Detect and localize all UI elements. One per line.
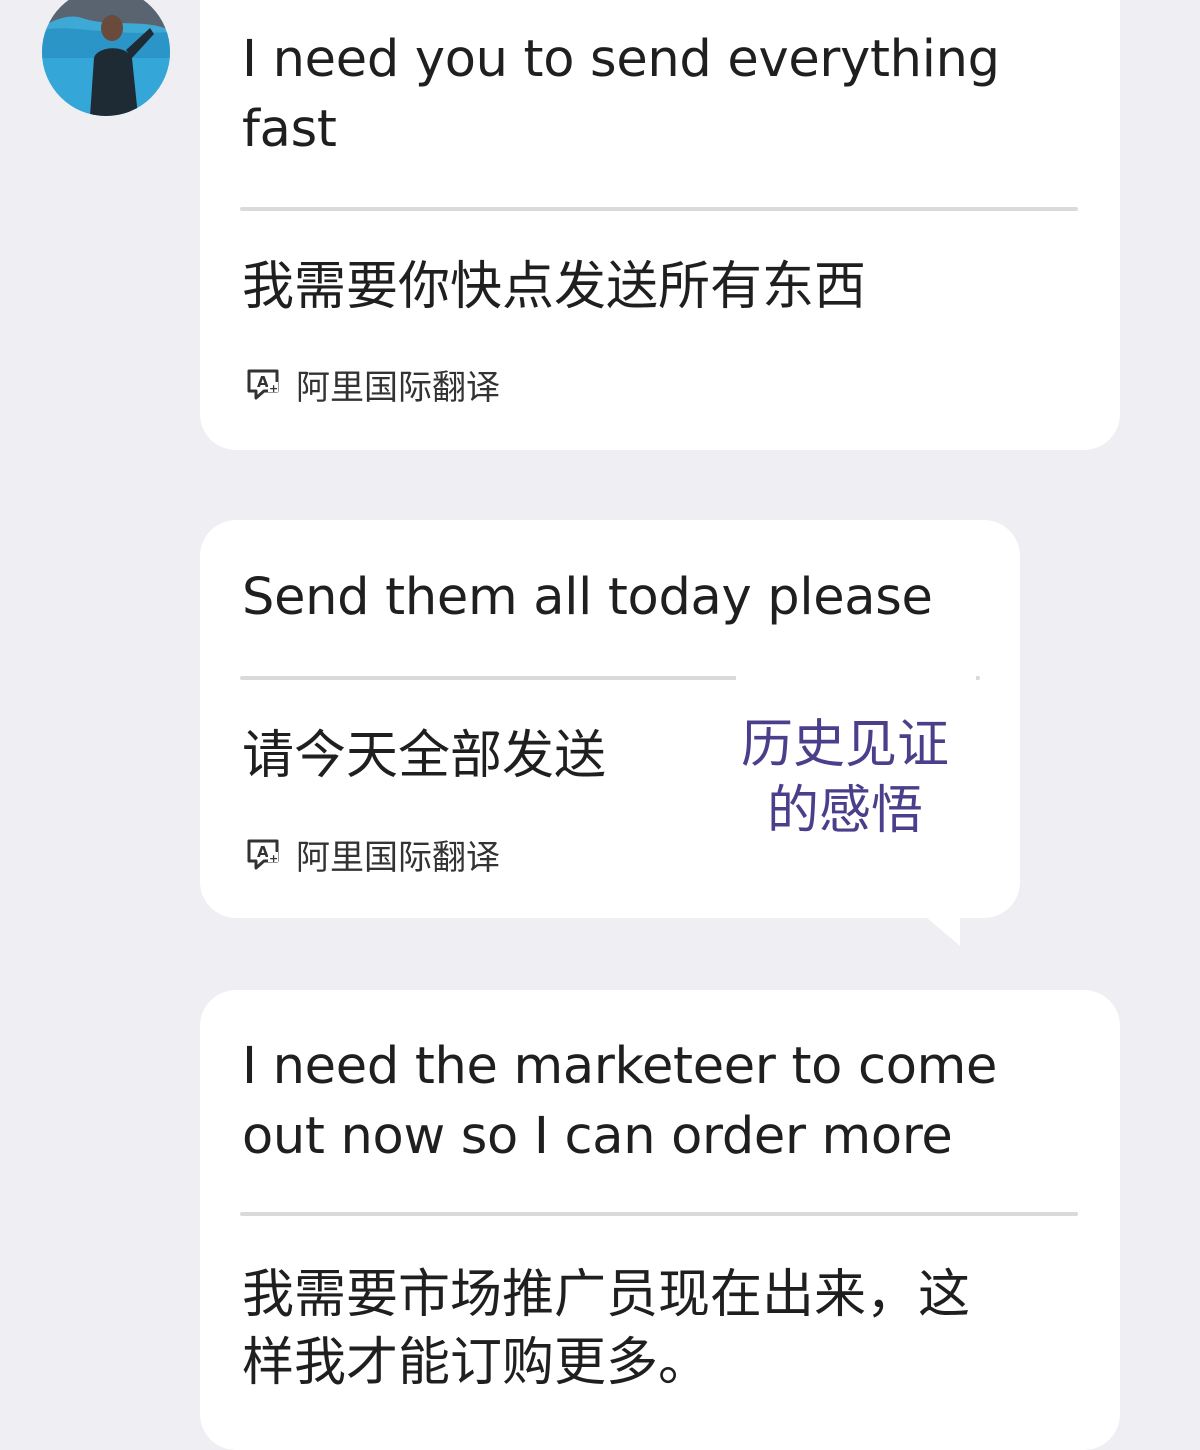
translation-service-label[interactable]: A + 阿里国际翻译	[244, 360, 500, 409]
translate-icon: A +	[247, 369, 279, 399]
message-original-line: Send them all today please	[242, 568, 933, 627]
message-bubble-3[interactable]: I need the marketeer to come out now so …	[200, 990, 1120, 1450]
message-translation-line: 我需要你快点发送所有东西	[242, 257, 867, 317]
svg-text:A: A	[257, 843, 269, 861]
message-translation-line: 样我才能订购更多。	[242, 1333, 711, 1393]
watermark-line-1: 历史见证	[740, 715, 949, 775]
sender-avatar[interactable]	[42, 0, 170, 116]
message-original-line: fast	[242, 100, 337, 159]
avatar-photo	[42, 0, 170, 116]
message-original-line: I need the marketeer to come	[242, 1037, 998, 1096]
bubble-tail	[920, 912, 960, 946]
watermark-backdrop	[736, 672, 976, 686]
translation-service-name: 阿里国际翻译	[296, 838, 500, 878]
message-divider	[240, 207, 1078, 211]
message-translation-line: 请今天全部发送	[242, 726, 607, 786]
message-original-line: out now so I can order more	[242, 1107, 953, 1166]
translation-service-label[interactable]: A + 阿里国际翻译	[244, 830, 500, 879]
translation-service-name: 阿里国际翻译	[296, 368, 500, 408]
svg-text:+: +	[269, 852, 278, 865]
translate-icon: A +	[247, 839, 279, 869]
message-original-line: I need you to send everything	[242, 30, 1000, 89]
message-translation-line: 我需要市场推广员现在出来，这	[242, 1265, 971, 1325]
message-divider	[240, 1212, 1078, 1216]
message-bubble-1[interactable]: I need you to send everything fast 我需要你快…	[200, 0, 1120, 450]
svg-text:+: +	[269, 382, 278, 395]
svg-text:A: A	[257, 373, 269, 391]
watermark-text: 历史见证 的感悟	[728, 712, 962, 844]
watermark-line-2: 的感悟	[766, 781, 923, 841]
